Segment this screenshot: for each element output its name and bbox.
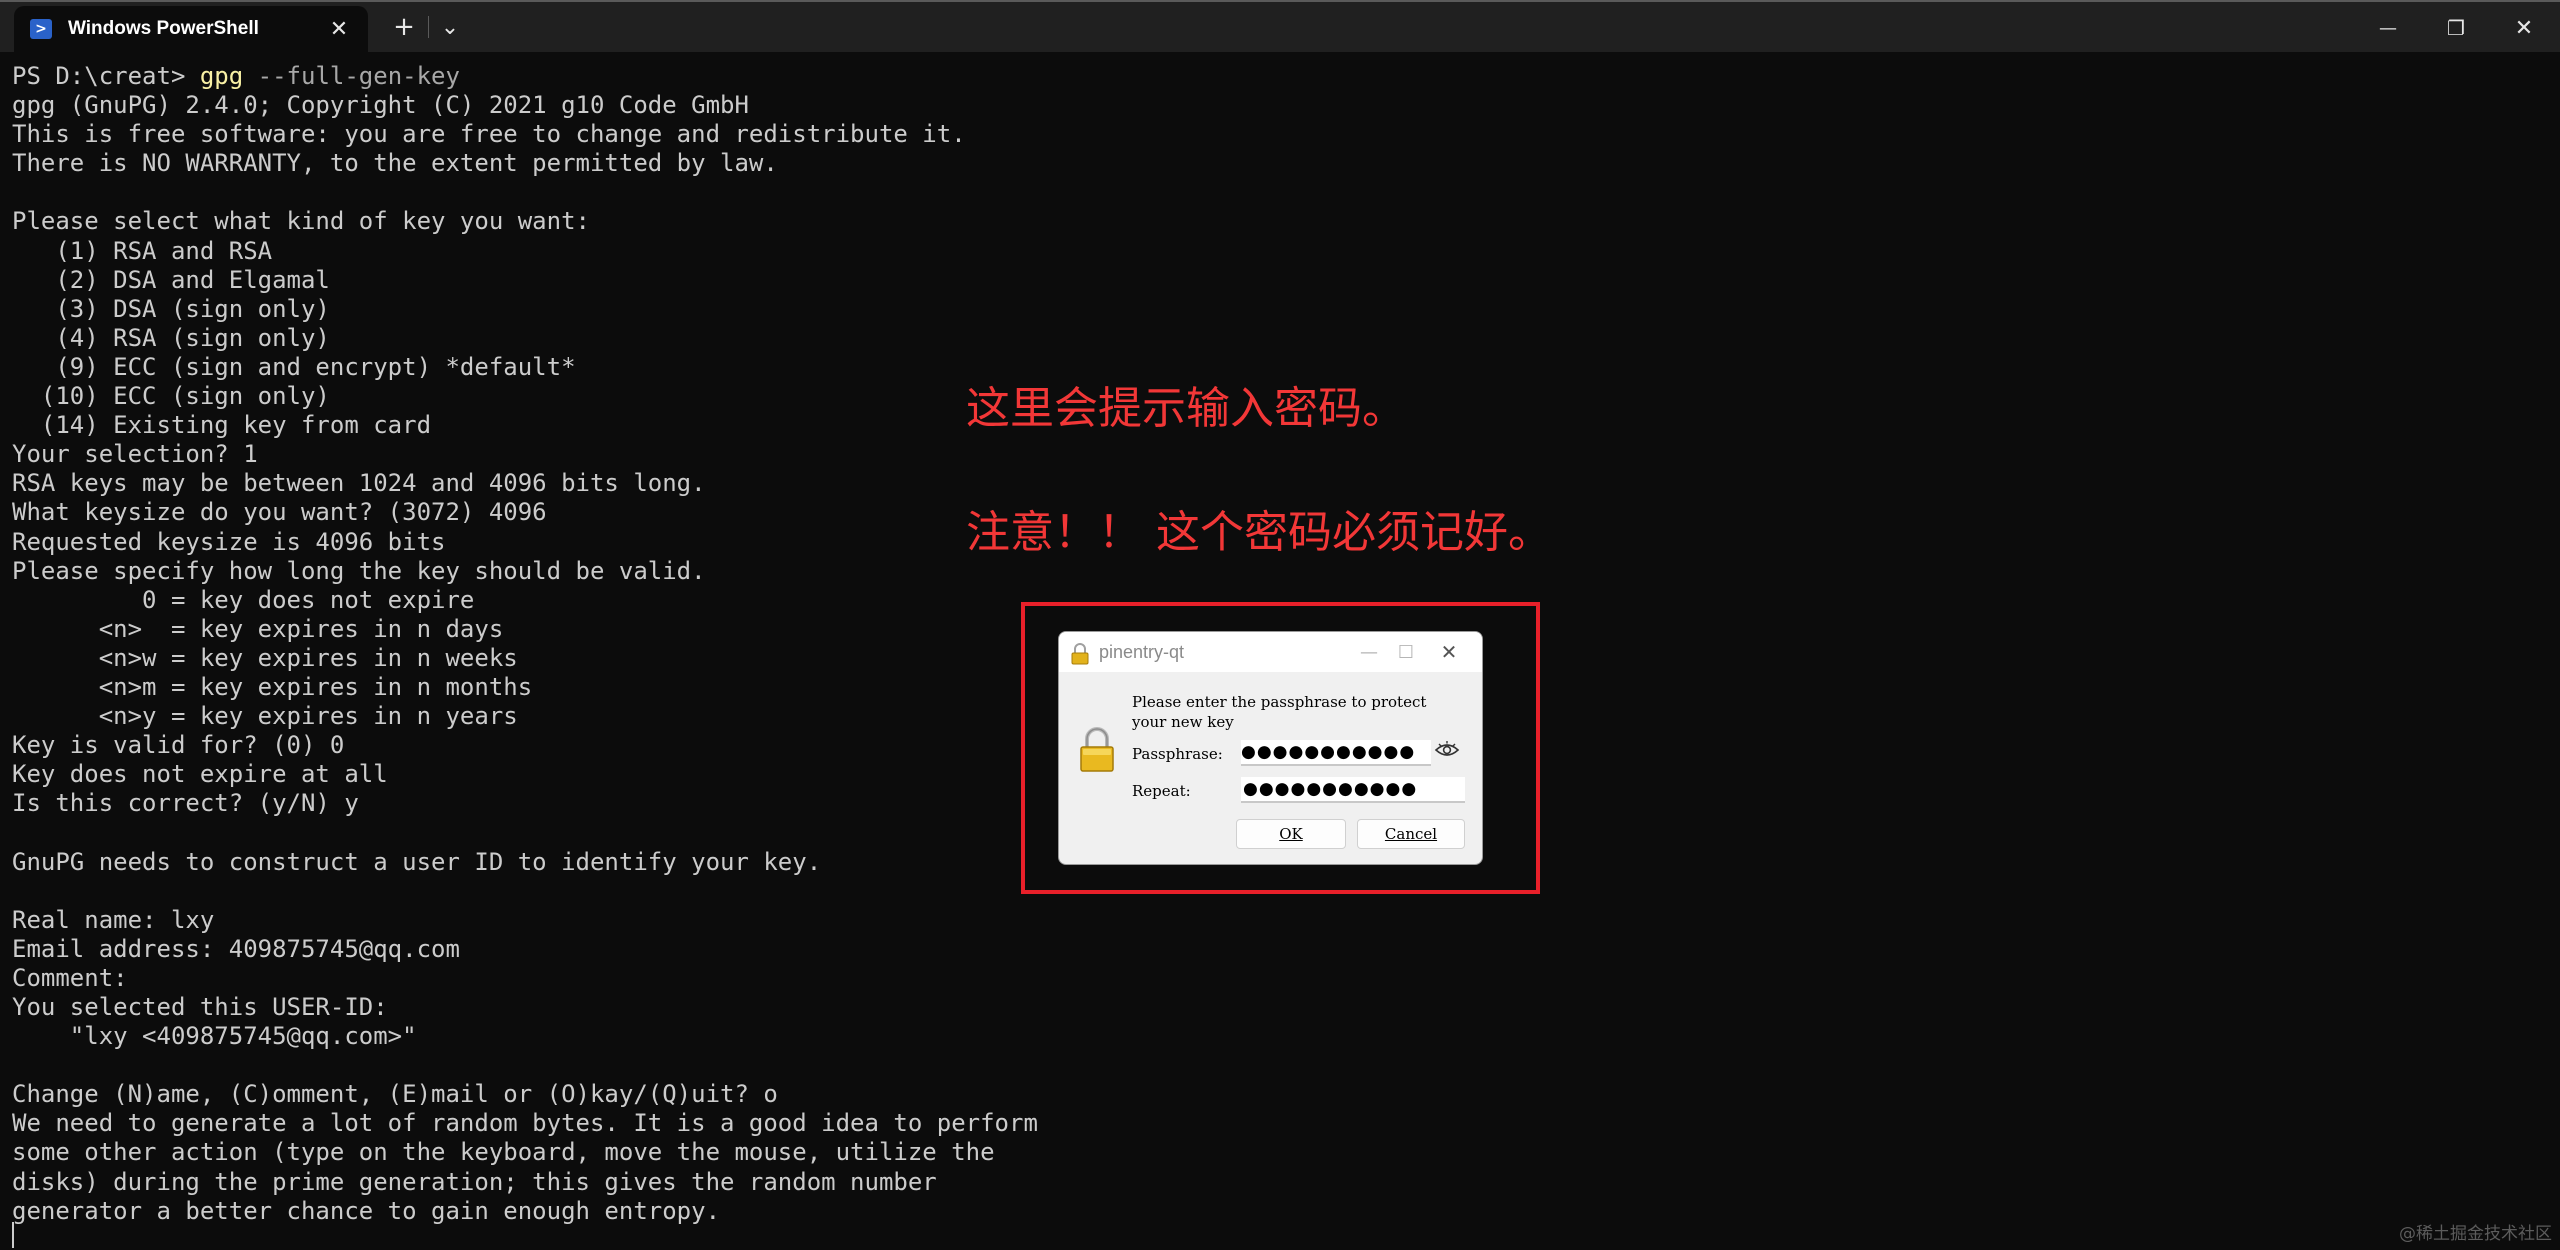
dialog-close-button[interactable]: ✕ <box>1434 638 1464 666</box>
command-name: gpg <box>199 62 244 90</box>
repeat-field[interactable]: ●●●●●●●●●●● <box>1241 777 1465 803</box>
lock-icon <box>1071 643 1089 665</box>
tab-title: Windows PowerShell <box>68 18 259 39</box>
title-bar: > Windows PowerShell ✕ + ⌄ — ❐ ✕ <box>0 0 2560 52</box>
tab-windows-powershell[interactable]: > Windows PowerShell ✕ <box>14 6 368 52</box>
new-tab-button[interactable]: + <box>384 10 424 44</box>
tab-dropdown-button[interactable]: ⌄ <box>430 10 470 44</box>
text-cursor <box>12 1222 14 1248</box>
titlebar-divider <box>428 16 429 38</box>
eye-icon[interactable] <box>1434 740 1460 760</box>
maximize-button[interactable]: ❐ <box>2426 6 2486 50</box>
cancel-button[interactable]: Cancel <box>1357 819 1465 849</box>
dialog-title: pinentry-qt <box>1099 642 1185 662</box>
command-args: --full-gen-key <box>243 62 460 90</box>
padlock-icon <box>1080 727 1114 772</box>
tab-close-icon[interactable]: ✕ <box>324 14 354 44</box>
annotation-line-1: 这里会提示输入密码。 <box>966 383 1406 434</box>
ok-button[interactable]: OK <box>1236 819 1346 849</box>
pinentry-dialog: pinentry-qt — ☐ ✕ Please enter the passp… <box>1058 631 1483 865</box>
minimize-button[interactable]: — <box>2358 6 2418 50</box>
repeat-label: Repeat: <box>1132 782 1191 800</box>
dialog-message: Please enter the passphrase to protect y… <box>1132 693 1427 731</box>
shell-prompt: PS D:\creat> <box>12 62 200 90</box>
passphrase-label: Passphrase: <box>1132 745 1223 763</box>
close-button[interactable]: ✕ <box>2494 6 2554 50</box>
dialog-minimize-button[interactable]: — <box>1354 638 1384 666</box>
powershell-window: > Windows PowerShell ✕ + ⌄ — ❐ ✕ PS D:\c… <box>0 0 2560 1250</box>
terminal-output-text: gpg (GnuPG) 2.4.0; Copyright (C) 2021 g1… <box>12 91 1038 1225</box>
watermark: @稀土掘金技术社区 <box>2399 1224 2552 1244</box>
dialog-title-bar: pinentry-qt — ☐ ✕ <box>1059 632 1482 672</box>
annotation-line-2: 注意！！ 这个密码必须记好。 <box>966 507 1552 558</box>
dialog-maximize-button[interactable]: ☐ <box>1391 638 1421 666</box>
powershell-icon: > <box>30 19 52 39</box>
passphrase-field[interactable]: ●●●●●●●●●●● <box>1241 740 1431 766</box>
